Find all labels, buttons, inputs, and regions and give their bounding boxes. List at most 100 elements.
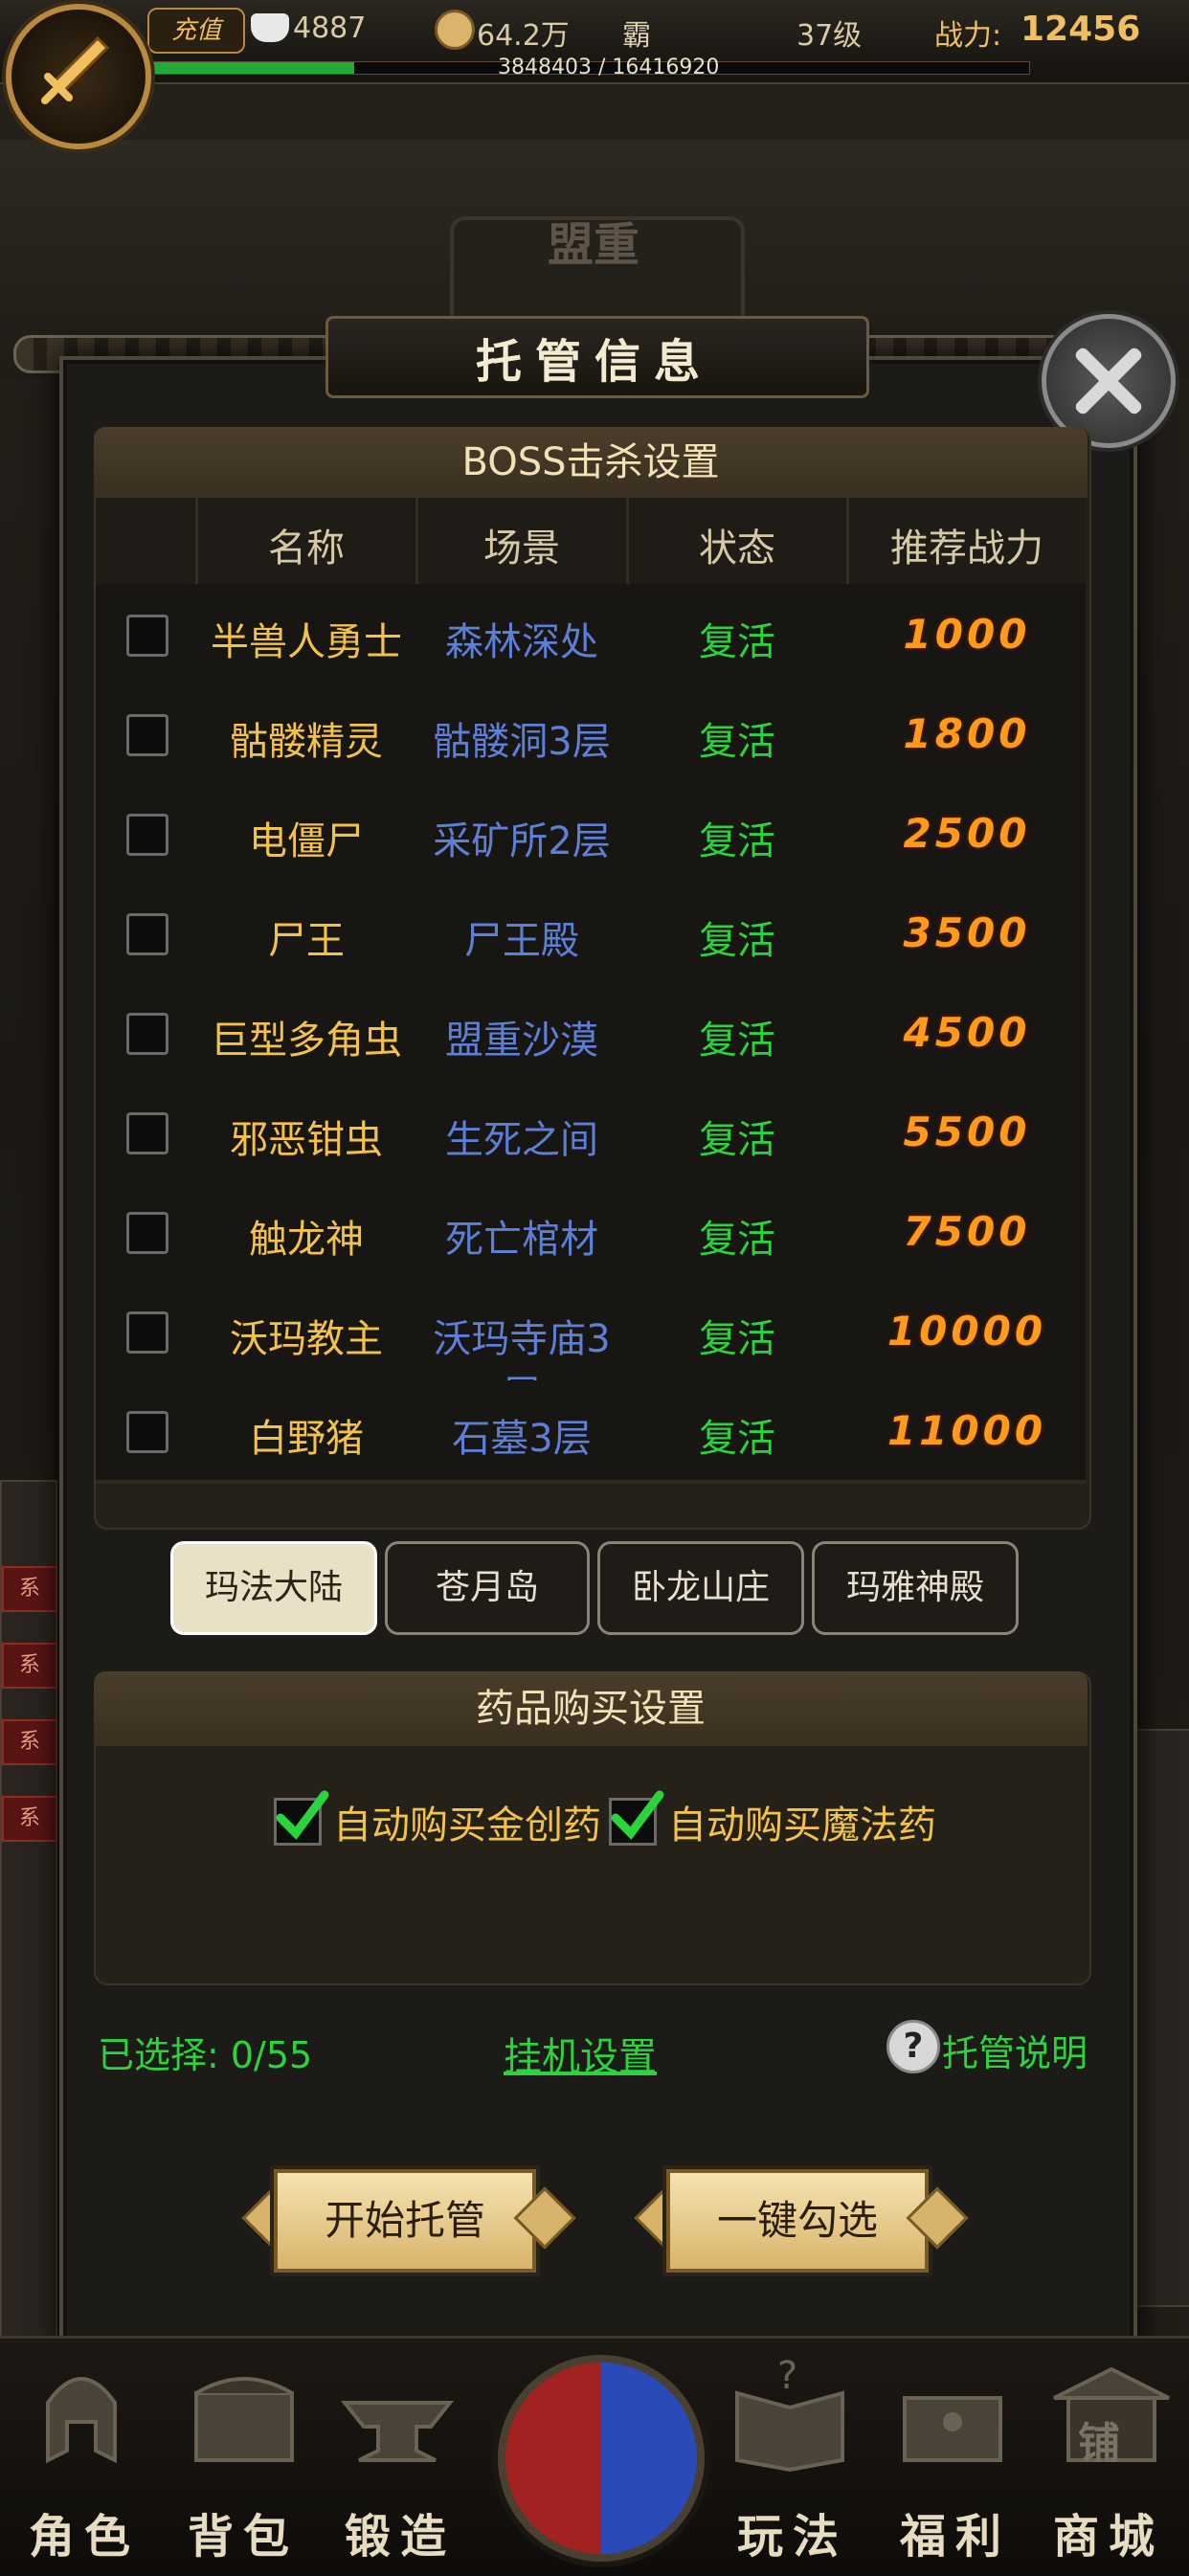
player-level: 37级: [796, 19, 863, 53]
potion-section-header: 药品购买设置: [94, 1671, 1088, 1746]
title-char: 霸: [622, 19, 651, 53]
tab-maya-temple[interactable]: 玛雅神殿: [812, 1541, 1019, 1635]
boss-status: 复活: [699, 620, 775, 664]
table-row[interactable]: 触龙神 死亡棺材 复活 7500: [96, 1181, 1086, 1285]
ingot-value: 4887: [293, 11, 367, 45]
avatar[interactable]: [6, 4, 151, 149]
boss-name: 沃玛教主: [230, 1317, 383, 1361]
boss-power: 10000: [886, 1308, 1047, 1355]
system-tag: 系: [2, 1566, 57, 1612]
boss-status: 复活: [699, 1317, 775, 1361]
auto-buy-hp-checkbox[interactable]: [274, 1790, 329, 1846]
nav-label-role: 角色: [29, 2510, 141, 2564]
coin-value: 64.2万: [477, 19, 570, 53]
boss-table-header: 名称 场景 状态 推荐战力: [96, 498, 1086, 588]
treasure-chest-icon: [903, 2396, 1002, 2462]
boss-checkbox[interactable]: [126, 913, 168, 955]
selected-count: 已选择: 0/55: [98, 2034, 313, 2076]
boss-name: 半兽人勇士: [211, 620, 402, 664]
system-tag: 系: [2, 1643, 57, 1689]
recharge-button[interactable]: 充值: [147, 8, 245, 54]
boss-status: 复活: [699, 720, 775, 764]
boss-checkbox[interactable]: [126, 615, 168, 657]
boss-status: 复活: [699, 919, 775, 963]
exp-bar-fill: [148, 62, 355, 74]
chest-icon: [194, 2377, 294, 2462]
auto-buy-mp-checkbox[interactable]: [609, 1790, 664, 1846]
table-row[interactable]: 半兽人勇士 森林深处 复活 1000: [96, 584, 1086, 687]
boss-section-header: BOSS击杀设置: [94, 427, 1088, 498]
boss-name: 白野猪: [249, 1417, 364, 1461]
boss-checkbox[interactable]: [126, 1411, 168, 1453]
tab-mafa-continent[interactable]: 玛法大陆: [170, 1541, 377, 1635]
boss-name: 巨型多角虫: [211, 1019, 402, 1063]
table-row[interactable]: 尸王 尸王殿 复活 3500: [96, 883, 1086, 986]
boss-checkbox[interactable]: [126, 1013, 168, 1055]
boss-status: 复活: [699, 1019, 775, 1063]
nav-label-welfare: 福利: [900, 2510, 1012, 2564]
nav-label-gameplay: 玩法: [737, 2510, 849, 2564]
idle-settings-link[interactable]: 挂机设置: [504, 2026, 657, 2081]
auto-buy-hp-label: 自动购买金创药: [333, 1803, 601, 1848]
column-header-status: 状态: [699, 526, 775, 571]
table-row[interactable]: 白野猪 石墓3层 复活 11000: [96, 1380, 1086, 1484]
nav-role-button[interactable]: [10, 2345, 153, 2489]
boss-scene: 石墓3层: [452, 1417, 592, 1461]
boss-power: 5500: [903, 1109, 1031, 1155]
auto-buy-mp-label: 自动购买魔法药: [668, 1803, 936, 1848]
nav-welfare-button[interactable]: [881, 2345, 1024, 2489]
boss-name: 骷髅精灵: [230, 720, 383, 764]
coin-icon: [435, 10, 475, 50]
table-row[interactable]: 电僵尸 采矿所2层 复活 2500: [96, 783, 1086, 886]
ingot-icon: [251, 13, 289, 42]
select-all-button[interactable]: 一键勾选: [666, 2169, 929, 2273]
system-tag: 系: [2, 1796, 57, 1842]
nav-label-bag: 背包: [188, 2510, 300, 2564]
boss-power: 1000: [903, 611, 1031, 658]
hp-mp-orb: [498, 2355, 705, 2562]
nav-label-shop: 商城: [1053, 2510, 1165, 2564]
nav-label-forge: 锻造: [345, 2510, 457, 2564]
column-header-power: 推荐战力: [890, 526, 1043, 571]
boss-power: 11000: [886, 1407, 1047, 1454]
exp-text: 3848403 / 16416920: [498, 56, 720, 79]
boss-scene: 死亡棺材: [445, 1218, 598, 1262]
boss-scene: 骷髅洞3层: [433, 720, 611, 764]
table-row[interactable]: 巨型多角虫 盟重沙漠 复活 4500: [96, 982, 1086, 1086]
boss-power: 1800: [903, 710, 1031, 757]
check-icon: [276, 1790, 329, 1840]
boss-scene: 森林深处: [445, 620, 598, 664]
nav-bag-button[interactable]: [172, 2345, 316, 2489]
power-label: 战力:: [934, 19, 1002, 53]
table-row[interactable]: 骷髅精灵 骷髅洞3层 复活 1800: [96, 683, 1086, 787]
boss-checkbox[interactable]: [126, 1311, 168, 1354]
helmet-icon: [46, 2377, 117, 2464]
table-row[interactable]: 邪恶钳虫 生死之间 复活 5500: [96, 1082, 1086, 1185]
boss-name: 邪恶钳虫: [230, 1118, 383, 1162]
boss-power: 2500: [903, 810, 1031, 857]
boss-checkbox[interactable]: [126, 814, 168, 856]
boss-name: 电僵尸: [249, 819, 364, 863]
boss-scene: 盟重沙漠: [445, 1019, 598, 1063]
boss-name: 尸王: [268, 919, 345, 963]
tab-cangyue-island[interactable]: 苍月岛: [385, 1541, 590, 1635]
system-tag: 系: [2, 1719, 57, 1765]
help-icon[interactable]: ?: [886, 2020, 940, 2073]
chat-panel-left: [0, 1480, 57, 2403]
nav-forge-button[interactable]: [325, 2345, 469, 2489]
boss-checkbox[interactable]: [126, 714, 168, 756]
check-icon: [611, 1790, 664, 1840]
svg-text:?: ?: [777, 2354, 797, 2398]
boss-power: 7500: [903, 1208, 1031, 1255]
nav-gameplay-button[interactable]: ?: [718, 2345, 862, 2489]
boss-power: 3500: [903, 909, 1031, 956]
boss-checkbox[interactable]: [126, 1112, 168, 1154]
boss-power: 4500: [903, 1009, 1031, 1056]
start-hosting-button[interactable]: 开始托管: [274, 2169, 536, 2273]
boss-checkbox[interactable]: [126, 1212, 168, 1254]
help-label[interactable]: 托管说明: [942, 2024, 1088, 2076]
power-value: 12456: [1021, 10, 1141, 49]
tab-wolong-villa[interactable]: 卧龙山庄: [597, 1541, 804, 1635]
table-row[interactable]: 沃玛教主 沃玛寺庙3层 复活 10000: [96, 1281, 1086, 1417]
boss-status: 复活: [699, 819, 775, 863]
